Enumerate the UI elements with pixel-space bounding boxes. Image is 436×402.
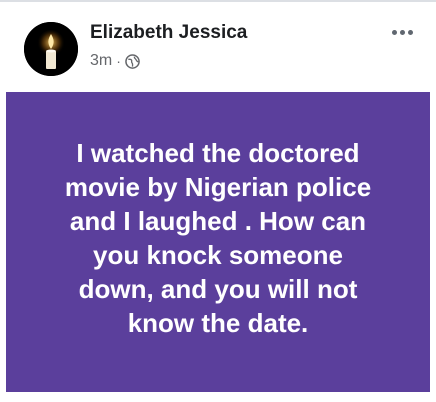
more-options-icon <box>391 29 397 35</box>
post-meta: 3m · <box>90 51 140 71</box>
meta-separator: · <box>116 53 121 69</box>
post-text-line: I watched the doctored <box>76 138 360 168</box>
avatar[interactable] <box>24 22 78 76</box>
author-name[interactable]: Elizabeth Jessica <box>90 22 247 44</box>
more-options-icon-dot <box>407 29 413 35</box>
post-text-line: down, and you will not <box>78 274 358 304</box>
bottom-divider <box>0 398 436 402</box>
more-options-icon-dot <box>399 29 405 35</box>
post-text-line: movie by Nigerian police <box>64 172 372 202</box>
post-text-line: and I laughed . How can <box>69 206 367 236</box>
post-text: I watched the doctored movie by Nigerian… <box>28 136 408 340</box>
post-header: Elizabeth Jessica 3m · <box>0 0 436 92</box>
post-text-line: know the date. <box>127 308 309 338</box>
post-text-line: you knock someone <box>93 240 343 270</box>
more-options-button[interactable] <box>386 22 418 42</box>
post-background-card: I watched the doctored movie by Nigerian… <box>6 92 430 392</box>
candle-icon <box>24 22 78 76</box>
globe-icon[interactable] <box>125 53 140 69</box>
post-timestamp[interactable]: 3m <box>90 52 112 70</box>
